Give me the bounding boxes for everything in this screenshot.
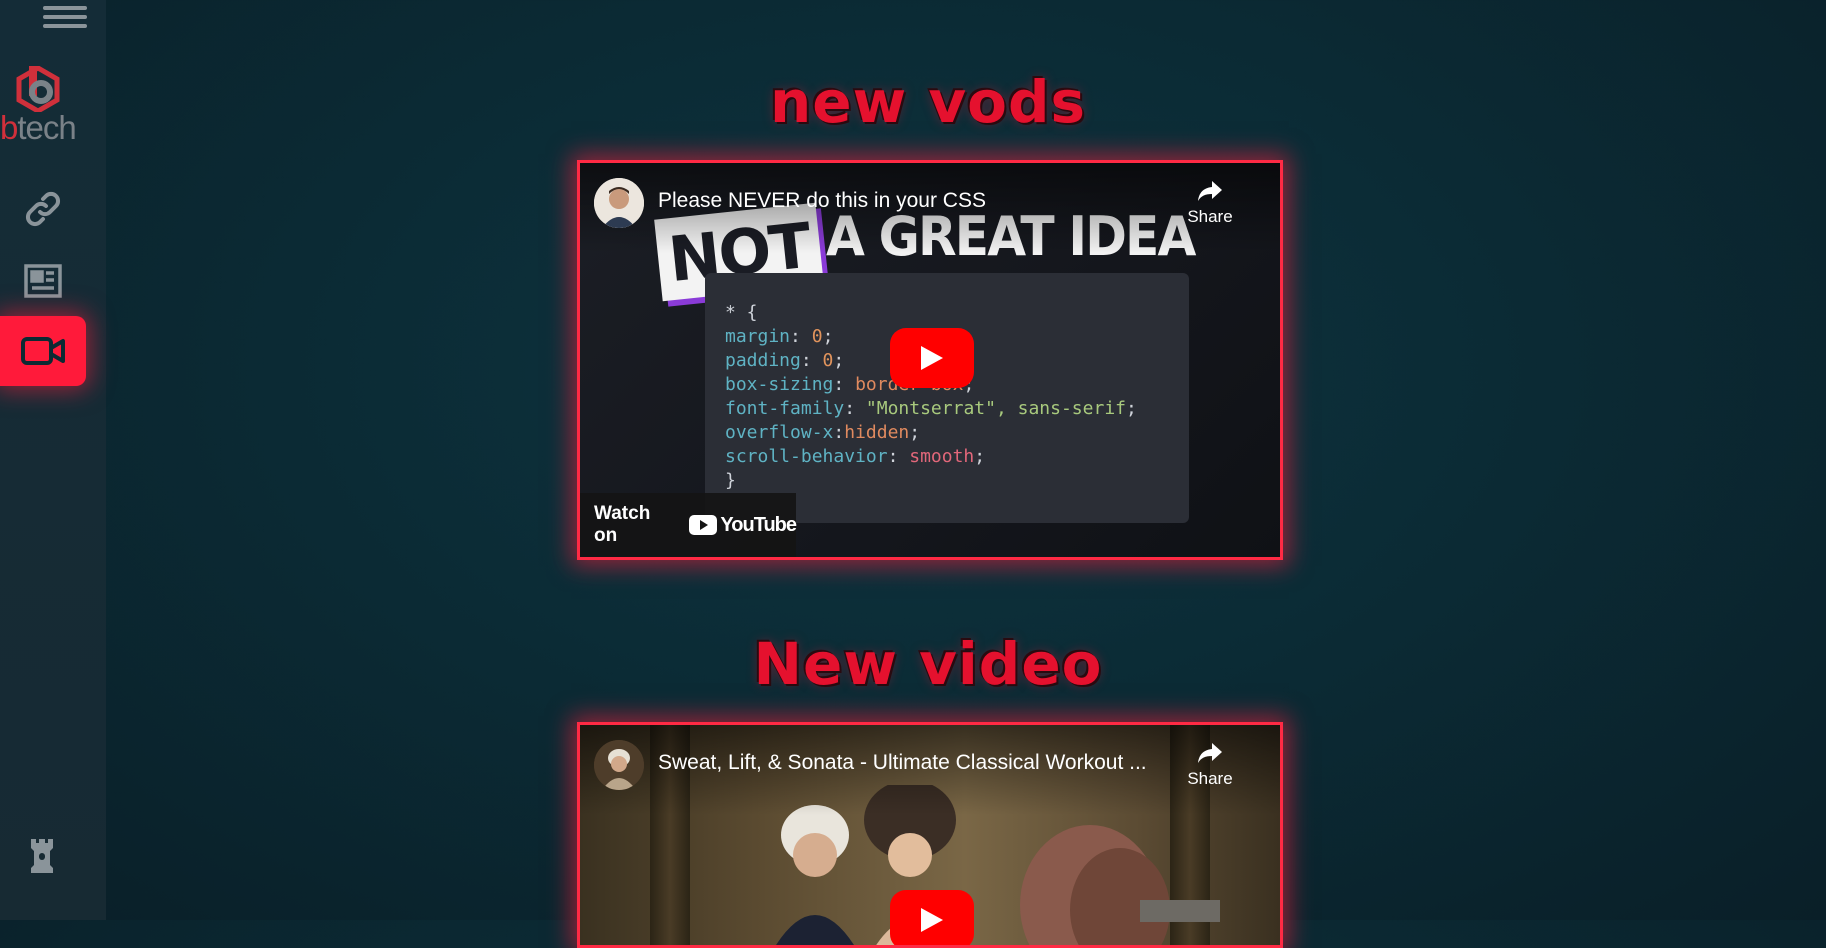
code-line: font-family: "Montserrat", sans-serif;: [725, 398, 1137, 419]
hamburger-menu-icon[interactable]: [43, 2, 87, 38]
video-title[interactable]: Please NEVER do this in your CSS: [658, 189, 986, 213]
channel-avatar[interactable]: [594, 740, 644, 790]
section-title-new-video: New video: [753, 630, 1103, 698]
code-snippet: * { margin: 0; padding: 0; box-sizing: b…: [705, 273, 1189, 523]
youtube-play-icon: [689, 515, 718, 535]
play-icon: [921, 346, 943, 370]
sidebar-item-news[interactable]: [0, 246, 86, 316]
sidebar-item-links[interactable]: [0, 174, 86, 244]
video-camera-icon: [21, 337, 65, 365]
link-icon: [25, 191, 61, 227]
sidebar-item-videos[interactable]: [0, 316, 86, 386]
share-arrow-icon: [1198, 181, 1222, 201]
share-label: Share: [1187, 769, 1233, 788]
play-button[interactable]: [890, 328, 974, 388]
youtube-logo: YouTube: [689, 513, 797, 537]
code-line: scroll-behavior: smooth;: [725, 446, 986, 467]
video-title[interactable]: Sweat, Lift, & Sonata - Ultimate Classic…: [658, 751, 1147, 775]
newspaper-icon: [24, 264, 62, 298]
code-line: overflow-x: hidden;: [725, 422, 921, 443]
share-label: Share: [1187, 207, 1233, 226]
avatar-portrait-icon: [594, 740, 644, 790]
channel-avatar[interactable]: [594, 178, 644, 228]
watch-on-youtube-button[interactable]: Watch on YouTube: [580, 493, 797, 557]
avatar-face-icon: [594, 178, 644, 228]
youtube-wordmark: YouTube: [720, 513, 797, 536]
video-embed-2[interactable]: Sweat, Lift, & Sonata - Ultimate Classic…: [577, 722, 1283, 948]
play-button[interactable]: [890, 890, 974, 945]
sidebar-item-rook[interactable]: [22, 833, 62, 877]
share-button[interactable]: Share: [1180, 741, 1240, 789]
video-embed-1[interactable]: NOT A GREAT IDEA * { margin: 0; padding:…: [577, 160, 1283, 560]
play-icon: [921, 908, 943, 932]
section-title-new-vods: new vods: [769, 68, 1087, 136]
share-arrow-icon: [1198, 743, 1222, 763]
watch-on-label: Watch on: [594, 503, 651, 546]
sidebar: btech: [0, 0, 106, 920]
code-open: * {: [725, 302, 758, 323]
rook-icon: [31, 839, 53, 873]
share-button[interactable]: Share: [1180, 179, 1240, 227]
code-close: }: [725, 470, 736, 491]
